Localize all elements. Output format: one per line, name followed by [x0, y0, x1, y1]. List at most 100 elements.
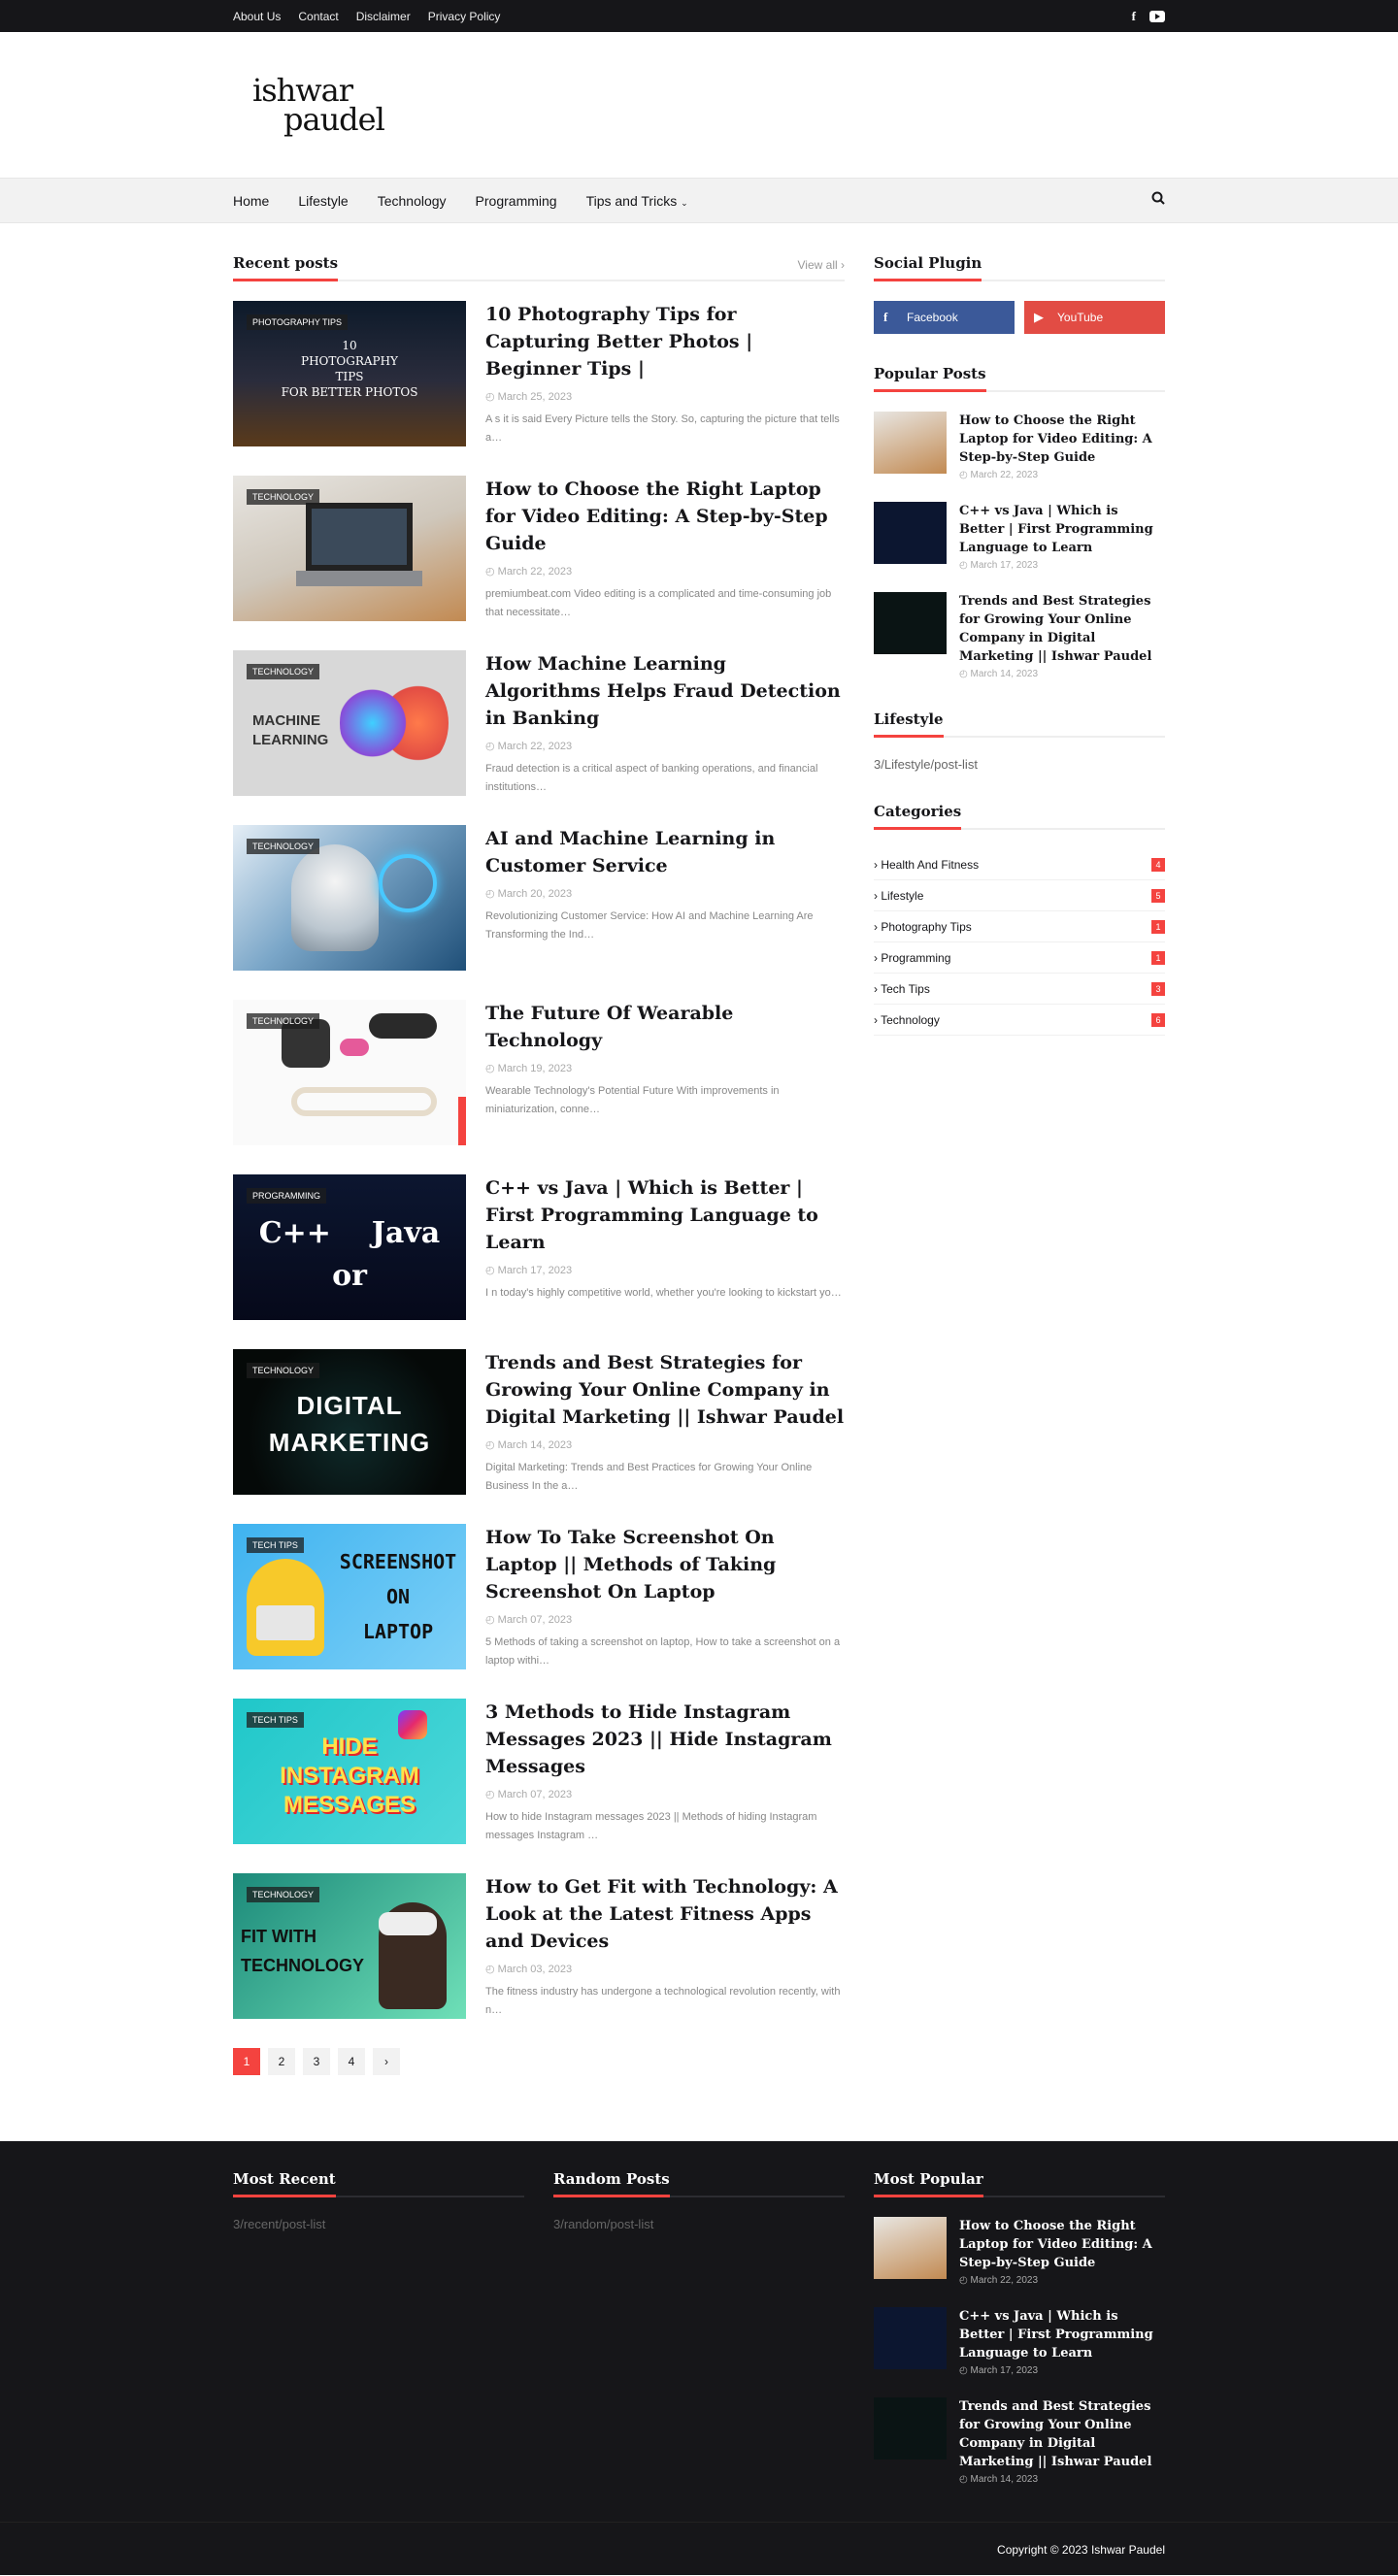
popular-post-thumbnail[interactable] — [874, 2307, 947, 2369]
post-tag[interactable]: Tech Tips — [247, 1712, 304, 1728]
post-thumbnail[interactable]: Technology — [233, 1000, 466, 1145]
popular-post-thumbnail[interactable] — [874, 592, 947, 654]
next-page-button[interactable]: › — [373, 2048, 400, 2075]
post-thumbnail[interactable]: C++ Java or Programming — [233, 1174, 466, 1320]
post-tag[interactable]: Tech Tips — [247, 1537, 304, 1553]
youtube-icon[interactable] — [1149, 10, 1165, 22]
post-thumbnail[interactable]: MACHINE LEARNING Technology — [233, 650, 466, 796]
category-item[interactable]: › Photography Tips 1 — [874, 911, 1165, 942]
page-4-button[interactable]: 4 — [338, 2048, 365, 2075]
category-name: Technology — [881, 1012, 940, 1027]
popular-post-title[interactable]: Trends and Best Strategies for Growing Y… — [959, 592, 1165, 666]
category-label: › Health And Fitness — [874, 857, 980, 872]
search-icon[interactable] — [1151, 191, 1165, 210]
post-item[interactable]: MACHINE LEARNING Technology How Machine … — [233, 650, 845, 796]
popular-post-title[interactable]: Trends and Best Strategies for Growing Y… — [959, 2397, 1165, 2471]
top-link-about[interactable]: About Us — [233, 10, 281, 23]
page-2-button[interactable]: 2 — [268, 2048, 295, 2075]
post-item[interactable]: Technology The Future Of Wearable Techno… — [233, 1000, 845, 1145]
popular-post-title[interactable]: C++ vs Java | Which is Better | First Pr… — [959, 502, 1165, 557]
post-item[interactable]: Technology How to Choose the Right Lapto… — [233, 476, 845, 621]
popular-post-item[interactable]: Trends and Best Strategies for Growing Y… — [874, 2397, 1165, 2485]
site-logo[interactable]: ishwar paudel — [252, 75, 385, 135]
post-snippet: Fraud detection is a critical aspect of … — [485, 763, 818, 793]
post-thumbnail[interactable]: Technology — [233, 476, 466, 621]
category-name: Tech Tips — [881, 981, 930, 996]
post-title[interactable]: How to Choose the Right Laptop for Video… — [485, 476, 845, 557]
footer-most-recent: Most Recent 3/recent/post-list — [233, 2168, 524, 2506]
post-snippet: premiumbeat.com Video editing is a compl… — [485, 588, 832, 618]
post-date: ◴ March 22, 2023 — [959, 470, 1039, 480]
post-title[interactable]: How To Take Screenshot On Laptop || Meth… — [485, 1524, 845, 1605]
youtube-label: YouTube — [1057, 311, 1104, 324]
popular-post-title[interactable]: How to Choose the Right Laptop for Video… — [959, 412, 1165, 467]
facebook-icon[interactable]: f — [1132, 9, 1136, 24]
post-thumbnail[interactable]: FIT WITH TECHNOLOGY Technology — [233, 1873, 466, 2019]
facebook-button[interactable]: f Facebook — [874, 301, 1015, 334]
post-snippet: Digital Marketing: Trends and Best Pract… — [485, 1462, 813, 1492]
page-1-button[interactable]: 1 — [233, 2048, 260, 2075]
post-tag[interactable]: Technology — [247, 839, 320, 854]
nav-lifestyle[interactable]: Lifestyle — [298, 193, 348, 209]
post-tag[interactable]: Technology — [247, 1363, 320, 1378]
top-link-privacy[interactable]: Privacy Policy — [428, 10, 501, 23]
post-item[interactable]: DIGITAL MARKETING Technology Trends and … — [233, 1349, 845, 1495]
vr-headset-illustration — [379, 1912, 437, 1935]
popular-post-thumbnail[interactable] — [874, 2217, 947, 2279]
youtube-button[interactable]: ▶ YouTube — [1024, 301, 1165, 334]
widget-title: Most Recent — [233, 2168, 336, 2197]
post-thumbnail[interactable]: Technology — [233, 825, 466, 971]
popular-post-thumbnail[interactable] — [874, 2397, 947, 2460]
nav-technology[interactable]: Technology — [378, 193, 447, 209]
post-item[interactable]: Technology AI and Machine Learning in Cu… — [233, 825, 845, 971]
post-tag[interactable]: Technology — [247, 1013, 320, 1029]
post-title[interactable]: How Machine Learning Algorithms Helps Fr… — [485, 650, 845, 732]
post-title[interactable]: 3 Methods to Hide Instagram Messages 202… — [485, 1699, 845, 1780]
post-item[interactable]: FIT WITH TECHNOLOGY Technology How to Ge… — [233, 1873, 845, 2019]
category-item[interactable]: › Health And Fitness 4 — [874, 849, 1165, 880]
post-thumbnail[interactable]: DIGITAL MARKETING Technology — [233, 1349, 466, 1495]
post-item[interactable]: SCREENSHOT ON LAPTOP Tech Tips How To Ta… — [233, 1524, 845, 1669]
category-item[interactable]: › Technology 6 — [874, 1005, 1165, 1036]
post-item[interactable]: 10 PHOTOGRAPHY TIPS FOR BETTER PHOTOS Ph… — [233, 301, 845, 446]
post-title[interactable]: Trends and Best Strategies for Growing Y… — [485, 1349, 845, 1431]
post-item[interactable]: HIDE INSTAGRAM MESSAGES Tech Tips 3 Meth… — [233, 1699, 845, 1844]
category-count: 6 — [1151, 1012, 1165, 1027]
view-all-link[interactable]: View all › — [798, 258, 845, 272]
post-snippet: Revolutionizing Customer Service: How AI… — [485, 910, 814, 941]
post-tag[interactable]: Technology — [247, 664, 320, 679]
popular-post-item[interactable]: C++ vs Java | Which is Better | First Pr… — [874, 2307, 1165, 2376]
post-title[interactable]: AI and Machine Learning in Customer Serv… — [485, 825, 845, 879]
popular-post-thumbnail[interactable] — [874, 502, 947, 564]
lifestyle-widget: Lifestyle 3/Lifestyle/post-list — [874, 709, 1165, 772]
post-title[interactable]: The Future Of Wearable Technology — [485, 1000, 845, 1054]
post-title[interactable]: 10 Photography Tips for Capturing Better… — [485, 301, 845, 382]
popular-post-title[interactable]: How to Choose the Right Laptop for Video… — [959, 2217, 1165, 2272]
popular-post-item[interactable]: How to Choose the Right Laptop for Video… — [874, 2217, 1165, 2286]
top-link-disclaimer[interactable]: Disclaimer — [356, 10, 411, 23]
category-item[interactable]: › Programming 1 — [874, 942, 1165, 974]
post-tag[interactable]: Photography Tips — [247, 314, 349, 330]
post-title[interactable]: How to Get Fit with Technology: A Look a… — [485, 1873, 845, 1955]
post-tag[interactable]: Programming — [247, 1188, 327, 1204]
popular-post-title[interactable]: C++ vs Java | Which is Better | First Pr… — [959, 2307, 1165, 2362]
popular-post-item[interactable]: Trends and Best Strategies for Growing Y… — [874, 592, 1165, 679]
post-tag[interactable]: Technology — [247, 489, 320, 505]
post-thumbnail[interactable]: SCREENSHOT ON LAPTOP Tech Tips — [233, 1524, 466, 1669]
nav-programming[interactable]: Programming — [476, 193, 557, 209]
post-thumbnail[interactable]: HIDE INSTAGRAM MESSAGES Tech Tips — [233, 1699, 466, 1844]
post-tag[interactable]: Technology — [247, 1887, 320, 1902]
popular-post-item[interactable]: How to Choose the Right Laptop for Video… — [874, 412, 1165, 480]
popular-post-thumbnail[interactable] — [874, 412, 947, 474]
nav-tips-and-tricks[interactable]: Tips and Tricks ⌄ — [586, 193, 688, 209]
category-item[interactable]: › Lifestyle 5 — [874, 880, 1165, 911]
post-title[interactable]: C++ vs Java | Which is Better | First Pr… — [485, 1174, 845, 1256]
popular-post-item[interactable]: C++ vs Java | Which is Better | First Pr… — [874, 502, 1165, 571]
post-date: ◴ March 14, 2023 — [959, 2474, 1039, 2485]
nav-home[interactable]: Home — [233, 193, 269, 209]
top-link-contact[interactable]: Contact — [298, 10, 338, 23]
category-item[interactable]: › Tech Tips 3 — [874, 974, 1165, 1005]
post-thumbnail[interactable]: 10 PHOTOGRAPHY TIPS FOR BETTER PHOTOS Ph… — [233, 301, 466, 446]
post-item[interactable]: C++ Java or Programming C++ vs Java | Wh… — [233, 1174, 845, 1320]
page-3-button[interactable]: 3 — [303, 2048, 330, 2075]
